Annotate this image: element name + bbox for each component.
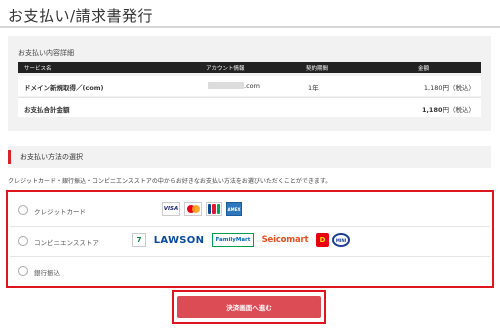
option-bank-transfer[interactable]: 銀行振込 bbox=[10, 256, 490, 284]
account-redacted bbox=[208, 82, 244, 89]
heading-accent-bar bbox=[8, 150, 11, 164]
account-info: .com bbox=[244, 82, 260, 90]
total-amount-number: 1,180 bbox=[421, 106, 443, 114]
jcb-logo-icon bbox=[206, 202, 222, 216]
mastercard-logo-icon bbox=[184, 202, 202, 216]
seven-eleven-logo-icon: 7 bbox=[132, 233, 146, 247]
total-amount: 1,180円（税込） bbox=[422, 104, 475, 114]
title-divider bbox=[0, 26, 500, 28]
column-amount: 金額 bbox=[418, 66, 430, 72]
credit-card-label[interactable]: クレジットカード bbox=[34, 206, 86, 216]
visa-logo-icon: VISA bbox=[162, 202, 180, 216]
column-period: 契約期間 bbox=[306, 66, 329, 72]
convenience-store-label[interactable]: コンビニエンスストア bbox=[34, 237, 99, 247]
bank-transfer-label[interactable]: 銀行振込 bbox=[34, 267, 60, 277]
payment-method-description: クレジットカード・銀行振込・コンビニエンスストアの中からお好きなお支払い方法をお… bbox=[8, 178, 332, 185]
proceed-to-payment-button[interactable]: 決済画面へ進む bbox=[177, 296, 321, 318]
amex-logo-icon: AMEX bbox=[226, 202, 242, 216]
convenience-store-radio[interactable] bbox=[18, 236, 28, 246]
detail-table-header: サービス名 アカウント情報 契約期間 金額 bbox=[18, 62, 481, 73]
payment-detail-heading: お支払い内容詳細 bbox=[18, 49, 74, 57]
payment-detail-panel: お支払い内容詳細 サービス名 アカウント情報 契約期間 金額 ドメイン新規取得／… bbox=[8, 36, 491, 131]
row-amount: 1,180円（税込） bbox=[423, 84, 475, 92]
seicomart-logo-icon: Seicomart bbox=[261, 235, 309, 245]
column-service: サービス名 bbox=[24, 66, 52, 72]
familymart-logo-icon: FamilyMart bbox=[212, 233, 254, 247]
option-convenience-store[interactable]: コンビニエンスストア 7 LAWSON FamilyMart Seicomart… bbox=[10, 226, 490, 254]
total-label: お支払合計金額 bbox=[24, 106, 70, 114]
payment-options-box: クレジットカード VISA AMEX コンビニエンスストア 7 LAWSON F… bbox=[6, 190, 494, 288]
table-row: ドメイン新規取得／(com) .com 1年 1,180円（税込） bbox=[18, 76, 481, 96]
daily-yamazaki-logo-icon: D bbox=[316, 233, 329, 247]
option-credit-card[interactable]: クレジットカード VISA AMEX bbox=[10, 196, 490, 224]
contract-period: 1年 bbox=[308, 84, 319, 92]
bank-transfer-radio[interactable] bbox=[18, 266, 28, 276]
service-name: ドメイン新規取得／(com) bbox=[24, 84, 104, 92]
page-title: お支払い/請求書発行 bbox=[8, 7, 154, 25]
credit-card-radio[interactable] bbox=[18, 205, 28, 215]
column-account: アカウント情報 bbox=[206, 66, 245, 72]
submit-highlight: 決済画面へ進む bbox=[172, 290, 326, 324]
total-amount-unit: 円（税込） bbox=[442, 106, 476, 114]
payment-method-heading: お支払い方法の選択 bbox=[20, 153, 83, 161]
lawson-logo-icon: LAWSON bbox=[153, 234, 205, 246]
ministop-logo-icon: MINI bbox=[332, 233, 350, 247]
payment-method-panel: お支払い方法の選択 bbox=[8, 146, 491, 168]
total-row: お支払合計金額 1,180円（税込） bbox=[18, 97, 481, 117]
